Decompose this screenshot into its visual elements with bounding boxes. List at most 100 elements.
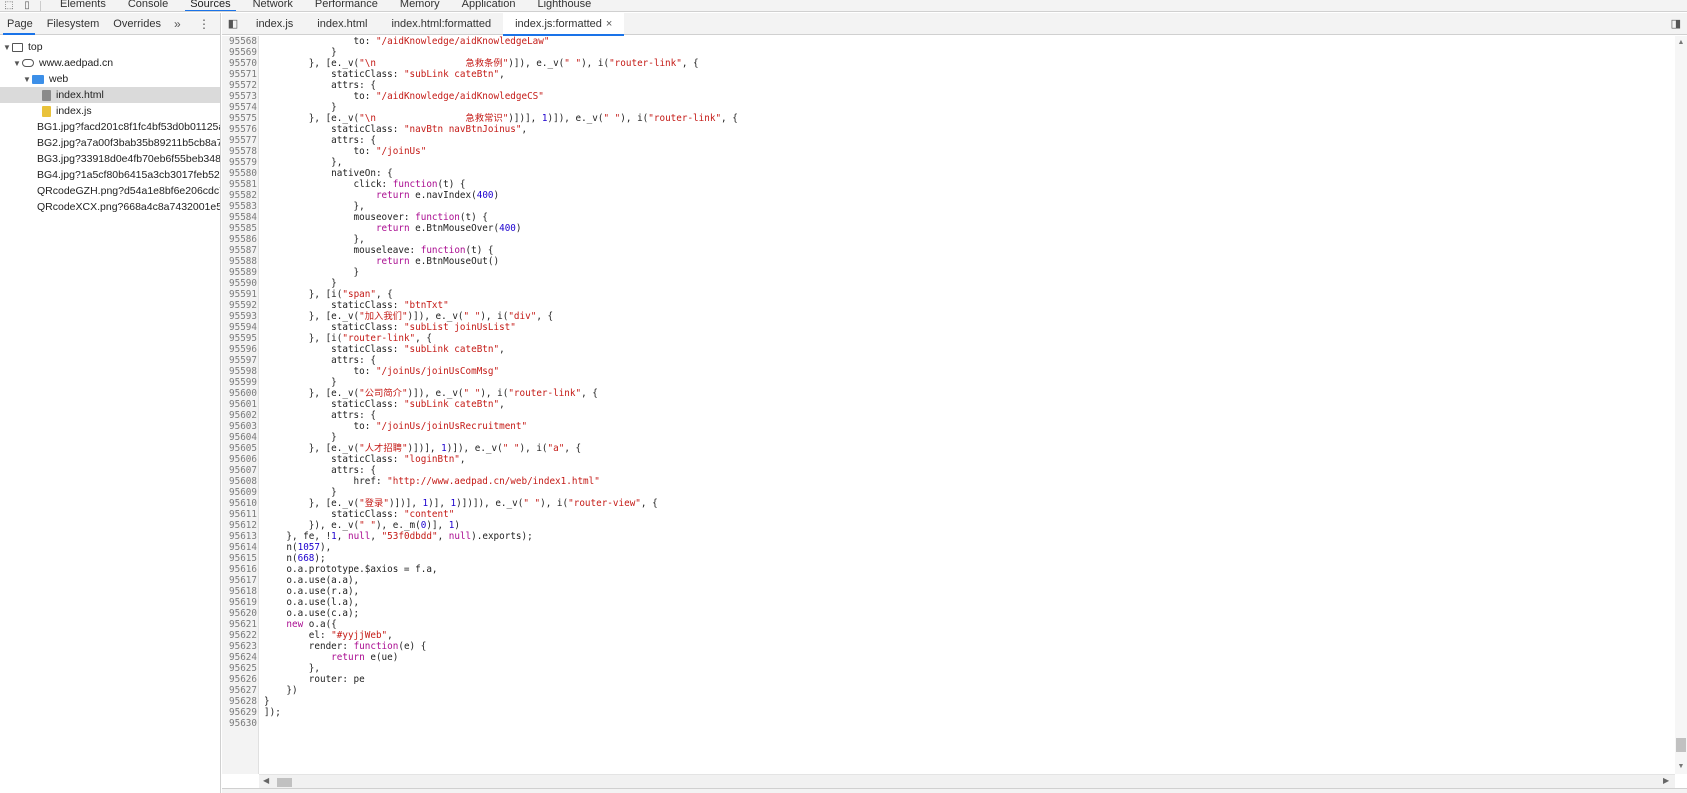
line-number[interactable]: 95599: [222, 377, 257, 388]
editor-tab-index-html-formatted[interactable]: index.html:formatted: [379, 13, 503, 35]
line-number[interactable]: 95612: [222, 520, 257, 531]
line-number[interactable]: 95593: [222, 311, 257, 322]
tree-item[interactable]: BG3.jpg?33918d0e4fb70eb6f55beb348: [0, 151, 220, 167]
panel-tab-sources[interactable]: Sources: [179, 0, 241, 11]
tree-item[interactable]: BG2.jpg?a7a00f3bab35b89211b5cb8a7: [0, 135, 220, 151]
line-number[interactable]: 95622: [222, 630, 257, 641]
line-number[interactable]: 95590: [222, 278, 257, 289]
panel-tab-console[interactable]: Console: [117, 0, 179, 11]
vertical-scrollbar[interactable]: ▲ ▼: [1675, 36, 1687, 774]
line-number[interactable]: 95621: [222, 619, 257, 630]
line-number[interactable]: 95577: [222, 135, 257, 146]
scroll-right-icon[interactable]: ▶: [1663, 776, 1669, 785]
line-number[interactable]: 95583: [222, 201, 257, 212]
line-number[interactable]: 95595: [222, 333, 257, 344]
scroll-left-icon[interactable]: ◀: [263, 776, 269, 785]
line-number[interactable]: 95610: [222, 498, 257, 509]
line-number[interactable]: 95626: [222, 674, 257, 685]
scroll-up-icon[interactable]: ▲: [1675, 38, 1687, 48]
line-number[interactable]: 95570: [222, 58, 257, 69]
line-number[interactable]: 95587: [222, 245, 257, 256]
line-number[interactable]: 95571: [222, 69, 257, 80]
scroll-down-icon[interactable]: ▼: [1675, 762, 1687, 772]
device-toolbar-icon[interactable]: ▯: [18, 0, 36, 11]
line-number[interactable]: 95614: [222, 542, 257, 553]
line-number[interactable]: 95608: [222, 476, 257, 487]
horizontal-scroll-thumb[interactable]: [277, 778, 292, 787]
editor-tab-index-html[interactable]: index.html: [305, 13, 379, 35]
tree-item[interactable]: ▼ web: [0, 71, 220, 87]
line-number[interactable]: 95594: [222, 322, 257, 333]
panel-tab-memory[interactable]: Memory: [389, 0, 451, 11]
close-icon[interactable]: ×: [606, 18, 612, 30]
panel-tab-elements[interactable]: Elements: [49, 0, 117, 11]
line-number[interactable]: 95630: [222, 718, 257, 729]
tab-page[interactable]: Page: [0, 13, 40, 35]
line-number[interactable]: 95617: [222, 575, 257, 586]
tab-filesystem[interactable]: Filesystem: [40, 13, 107, 35]
line-number[interactable]: 95613: [222, 531, 257, 542]
tree-item[interactable]: QRcodeXCX.png?668a4c8a7432001e5c: [0, 199, 220, 215]
line-number[interactable]: 95628: [222, 696, 257, 707]
line-number[interactable]: 95581: [222, 179, 257, 190]
line-number[interactable]: 95585: [222, 223, 257, 234]
line-number[interactable]: 95586: [222, 234, 257, 245]
line-number[interactable]: 95602: [222, 410, 257, 421]
panel-tab-application[interactable]: Application: [451, 0, 527, 11]
line-number[interactable]: 95598: [222, 366, 257, 377]
line-number[interactable]: 95618: [222, 586, 257, 597]
panel-tab-performance[interactable]: Performance: [304, 0, 389, 11]
line-number[interactable]: 95588: [222, 256, 257, 267]
line-number[interactable]: 95600: [222, 388, 257, 399]
tree-item[interactable]: ▼ top: [0, 39, 220, 55]
line-number[interactable]: 95596: [222, 344, 257, 355]
line-number[interactable]: 95607: [222, 465, 257, 476]
horizontal-scrollbar[interactable]: ◀ ▶: [259, 774, 1675, 788]
inspect-element-icon[interactable]: ⬚: [0, 0, 18, 11]
tree-item[interactable]: index.js: [0, 103, 220, 119]
tree-item[interactable]: BG4.jpg?1a5cf80b6415a3cb3017feb523: [0, 167, 220, 183]
line-number[interactable]: 95568: [222, 36, 257, 47]
tree-item[interactable]: QRcodeGZH.png?d54a1e8bf6e206cdc7: [0, 183, 220, 199]
line-number[interactable]: 95584: [222, 212, 257, 223]
line-number[interactable]: 95582: [222, 190, 257, 201]
editor-tab-index-js[interactable]: index.js: [244, 13, 305, 35]
line-number[interactable]: 95603: [222, 421, 257, 432]
expand-triangle-icon[interactable]: ▼: [2, 43, 12, 52]
line-number[interactable]: 95629: [222, 707, 257, 718]
line-number[interactable]: 95625: [222, 663, 257, 674]
panel-tab-lighthouse[interactable]: Lighthouse: [526, 0, 602, 11]
line-number[interactable]: 95575: [222, 113, 257, 124]
line-number[interactable]: 95606: [222, 454, 257, 465]
line-number[interactable]: 95616: [222, 564, 257, 575]
line-number[interactable]: 95601: [222, 399, 257, 410]
line-number[interactable]: 95569: [222, 47, 257, 58]
line-number[interactable]: 95624: [222, 652, 257, 663]
line-number[interactable]: 95609: [222, 487, 257, 498]
line-number[interactable]: 95592: [222, 300, 257, 311]
more-tabs-icon[interactable]: »: [168, 17, 187, 31]
line-number[interactable]: 95619: [222, 597, 257, 608]
tab-overrides[interactable]: Overrides: [106, 13, 168, 35]
line-number[interactable]: 95604: [222, 432, 257, 443]
editor-tab-index-js-formatted[interactable]: index.js:formatted ×: [503, 12, 625, 36]
tree-item[interactable]: index.html: [0, 87, 220, 103]
line-number[interactable]: 95573: [222, 91, 257, 102]
line-number[interactable]: 95589: [222, 267, 257, 278]
vertical-scroll-thumb[interactable]: [1676, 738, 1686, 752]
line-number[interactable]: 95580: [222, 168, 257, 179]
toggle-navigator-icon[interactable]: ◧: [222, 13, 244, 35]
code-editor[interactable]: 95568 to: "/aidKnowledge/aidKnowledgeLaw…: [222, 36, 1687, 774]
line-number[interactable]: 95591: [222, 289, 257, 300]
tree-item[interactable]: ▼ www.aedpad.cn: [0, 55, 220, 71]
line-number[interactable]: 95572: [222, 80, 257, 91]
line-number[interactable]: 95578: [222, 146, 257, 157]
line-number[interactable]: 95620: [222, 608, 257, 619]
line-number[interactable]: 95611: [222, 509, 257, 520]
line-number[interactable]: 95627: [222, 685, 257, 696]
line-number[interactable]: 95615: [222, 553, 257, 564]
panel-tab-network[interactable]: Network: [242, 0, 304, 11]
expand-triangle-icon[interactable]: ▼: [22, 75, 32, 84]
line-number[interactable]: 95576: [222, 124, 257, 135]
line-number[interactable]: 95574: [222, 102, 257, 113]
